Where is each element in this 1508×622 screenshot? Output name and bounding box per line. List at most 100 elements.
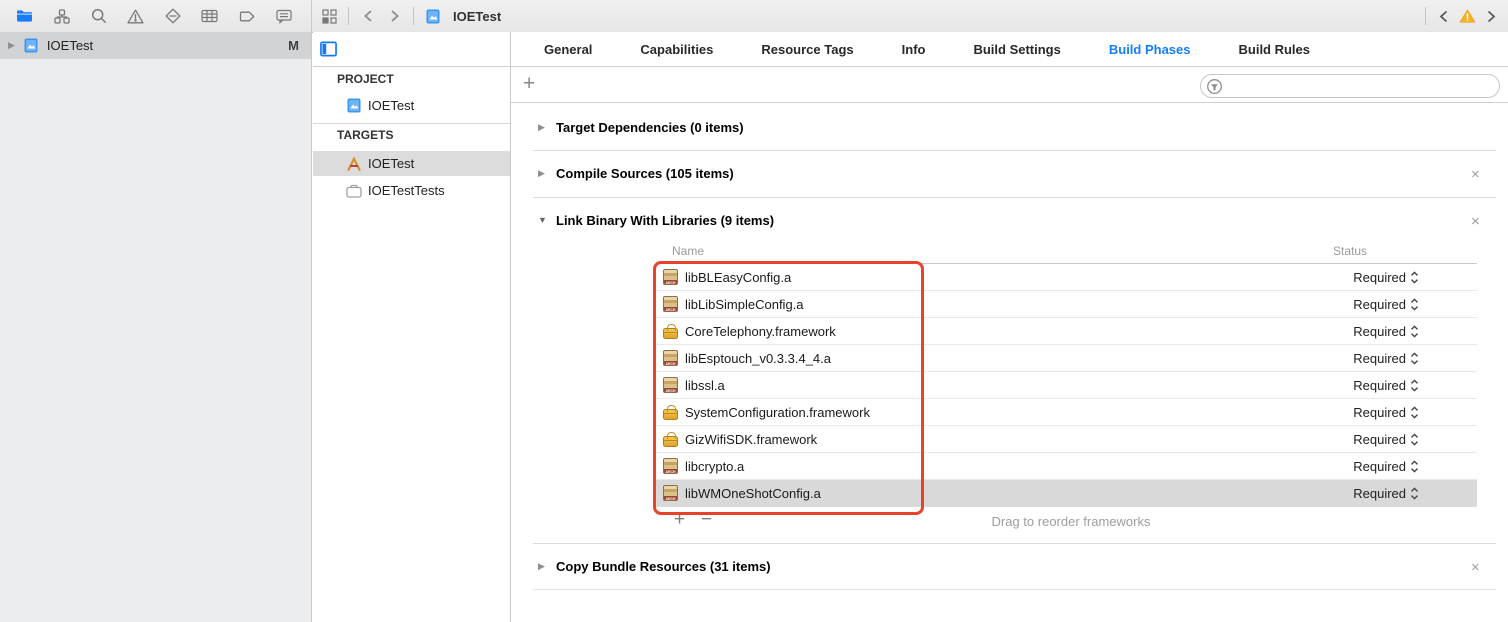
project-navigator-icon[interactable] (16, 8, 33, 24)
tab-info[interactable]: Info (902, 42, 926, 57)
section-compile-sources[interactable]: ▶ Compile Sources (105 items) (538, 166, 734, 181)
back-arrow-icon[interactable] (359, 8, 376, 24)
status-dropdown[interactable]: Required (1353, 432, 1419, 447)
remove-library-button[interactable]: − (701, 509, 712, 531)
library-name: libcrypto.a (685, 459, 744, 474)
delete-phase-button[interactable]: × (1471, 560, 1480, 575)
tab-capabilities[interactable]: Capabilities (640, 42, 713, 57)
stepper-chevrons-icon (1410, 433, 1419, 446)
status-value: Required (1353, 486, 1406, 501)
library-row[interactable]: SystemConfiguration.framework Required (655, 399, 1477, 426)
status-dropdown[interactable]: Required (1353, 378, 1419, 393)
hide-project-list-icon[interactable] (320, 41, 337, 57)
window-tab-title[interactable]: IOETest (453, 9, 501, 24)
tab-build-settings[interactable]: Build Settings (973, 42, 1060, 57)
build-phases-editor: General Capabilities Resource Tags Info … (511, 32, 1508, 622)
status-value: Required (1353, 297, 1406, 312)
toolbar: IOETest (0, 0, 1508, 33)
delete-phase-button[interactable]: × (1471, 214, 1480, 229)
test-navigator-icon[interactable] (164, 8, 181, 24)
delete-phase-button[interactable]: × (1471, 167, 1480, 182)
section-copy-bundle-resources[interactable]: ▶ Copy Bundle Resources (31 items) (538, 559, 771, 574)
forward-arrow-icon[interactable] (386, 8, 403, 24)
project-file-icon (345, 98, 362, 114)
stepper-chevrons-icon (1410, 352, 1419, 365)
static-library-icon (663, 485, 678, 501)
status-dropdown[interactable]: Required (1353, 405, 1419, 420)
tab-bar: IOETest (313, 0, 501, 32)
disclosure-triangle-icon[interactable]: ▶ (538, 123, 547, 132)
debug-navigator-icon[interactable] (201, 8, 218, 24)
disclosure-triangle-icon[interactable]: ▼ (538, 216, 547, 225)
status-value: Required (1353, 432, 1406, 447)
sidebar-item-target-ioetest[interactable]: IOETest (313, 151, 510, 176)
navigator-row-ioetest[interactable]: ▶ IOETest M (0, 32, 311, 59)
related-items-icon[interactable] (321, 8, 338, 24)
status-dropdown[interactable]: Required (1353, 351, 1419, 366)
library-row-selected[interactable]: libWMOneShotConfig.a Required (655, 480, 1477, 507)
previous-issue-icon[interactable] (1435, 8, 1452, 24)
status-dropdown[interactable]: Required (1353, 270, 1419, 285)
static-library-icon (663, 458, 678, 474)
divider (313, 123, 510, 124)
tab-resource-tags[interactable]: Resource Tags (761, 42, 853, 57)
framework-icon (663, 436, 678, 447)
project-section-header: PROJECT (337, 72, 394, 86)
disclosure-triangle-icon[interactable]: ▶ (538, 169, 547, 178)
status-value: Required (1353, 324, 1406, 339)
library-row[interactable]: libBLEasyConfig.a Required (655, 264, 1477, 291)
add-library-button[interactable]: + (674, 509, 685, 531)
library-row[interactable]: libcrypto.a Required (655, 453, 1477, 480)
next-issue-icon[interactable] (1483, 8, 1500, 24)
sidebar-item-label: IOETest (368, 98, 414, 113)
library-row[interactable]: libLibSimpleConfig.a Required (655, 291, 1477, 318)
project-navigator-panel: ▶ IOETest M (0, 32, 312, 622)
library-row[interactable]: libEsptouch_v0.3.3.4_4.a Required (655, 345, 1477, 372)
section-title: Link Binary With Libraries (9 items) (556, 213, 774, 228)
status-value: Required (1353, 405, 1406, 420)
add-build-phase-button[interactable]: + (523, 72, 535, 96)
test-bundle-icon (345, 183, 362, 199)
disclosure-triangle-icon[interactable]: ▶ (8, 41, 15, 50)
status-dropdown[interactable]: Required (1353, 324, 1419, 339)
project-targets-sidebar: PROJECT IOETest TARGETS IOETest IOETestT… (313, 32, 511, 622)
library-row[interactable]: CoreTelephony.framework Required (655, 318, 1477, 345)
issue-navigator-icon[interactable] (127, 8, 144, 24)
stepper-chevrons-icon (1410, 460, 1419, 473)
section-title: Compile Sources (105 items) (556, 166, 734, 181)
name-column-header: Name (672, 244, 704, 258)
section-target-dependencies[interactable]: ▶ Target Dependencies (0 items) (538, 120, 744, 135)
library-name: CoreTelephony.framework (685, 324, 836, 339)
tab-general[interactable]: General (544, 42, 592, 57)
section-link-binary[interactable]: ▼ Link Binary With Libraries (9 items) (538, 213, 774, 228)
status-dropdown[interactable]: Required (1353, 459, 1419, 474)
library-row[interactable]: libssl.a Required (655, 372, 1477, 399)
editor-tab-bar: General Capabilities Resource Tags Info … (511, 32, 1508, 67)
library-table: libBLEasyConfig.a Required libLibSimpleC… (655, 264, 1477, 507)
report-navigator-icon[interactable] (275, 8, 292, 24)
project-file-icon (424, 8, 441, 24)
static-library-icon (663, 350, 678, 366)
warning-icon[interactable] (1459, 8, 1476, 24)
sidebar-item-target-ioetesttests[interactable]: IOETestTests (313, 178, 510, 203)
status-dropdown[interactable]: Required (1353, 297, 1419, 312)
tab-build-rules[interactable]: Build Rules (1239, 42, 1311, 57)
filter-field[interactable] (1200, 74, 1500, 98)
stepper-chevrons-icon (1410, 379, 1419, 392)
sidebar-item-project-ioetest[interactable]: IOETest (313, 93, 510, 118)
library-row[interactable]: GizWifiSDK.framework Required (655, 426, 1477, 453)
breakpoint-navigator-icon[interactable] (238, 8, 255, 24)
disclosure-triangle-icon[interactable]: ▶ (538, 562, 547, 571)
library-name: GizWifiSDK.framework (685, 432, 817, 447)
library-name: libssl.a (685, 378, 725, 393)
framework-icon (663, 409, 678, 420)
status-value: Required (1353, 378, 1406, 393)
status-dropdown[interactable]: Required (1353, 486, 1419, 501)
section-title: Target Dependencies (0 items) (556, 120, 744, 135)
navigator-item-label: IOETest (47, 38, 93, 53)
status-column-header: Status (1333, 244, 1367, 258)
library-name: libEsptouch_v0.3.3.4_4.a (685, 351, 831, 366)
tab-build-phases[interactable]: Build Phases (1109, 42, 1191, 57)
symbol-navigator-icon[interactable] (53, 8, 70, 24)
search-navigator-icon[interactable] (90, 8, 107, 24)
